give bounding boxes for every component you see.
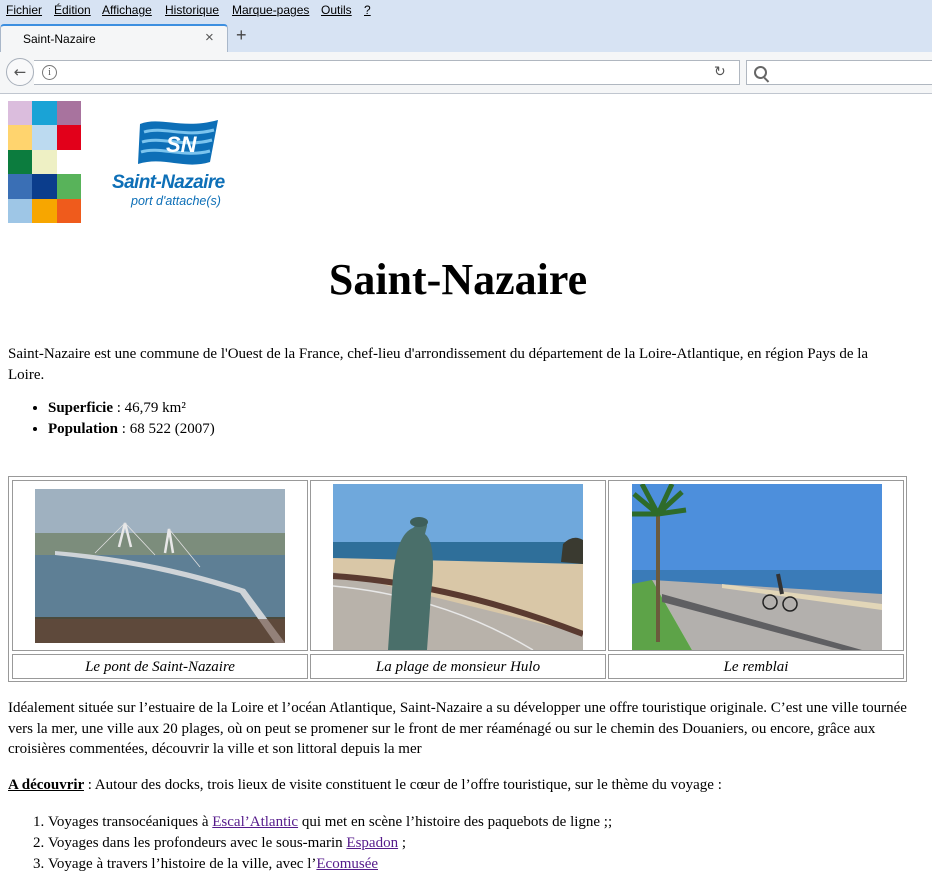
- search-icon: [754, 66, 767, 79]
- info-icon[interactable]: i: [42, 65, 57, 80]
- discover-paragraph: A découvrir : Autour des docks, trois li…: [8, 775, 722, 796]
- visit-text: qui met en scène l’histoire des paquebot…: [298, 814, 613, 830]
- menu-affichage[interactable]: Affichage: [102, 3, 152, 17]
- photo-cell: [12, 480, 308, 651]
- mosaic-tile: [8, 101, 33, 126]
- arrow-left-icon: ←: [13, 63, 27, 81]
- flag-logo-icon: SN: [138, 120, 218, 165]
- mosaic-tile: [56, 174, 81, 199]
- escal-atlantic-link[interactable]: Escal’Atlantic: [212, 814, 298, 830]
- fact-value: : 68 522 (2007): [118, 421, 215, 437]
- navigation-bar: i ↻ ←: [0, 52, 932, 94]
- close-icon[interactable]: ×: [205, 29, 214, 46]
- mosaic-tile: [32, 149, 57, 175]
- mosaic-tile: [8, 174, 33, 199]
- promenade-photo: [632, 484, 882, 650]
- photo-caption: La plage de monsieur Hulo: [310, 654, 606, 679]
- visit-text: Voyages transocéaniques à: [48, 814, 213, 830]
- menu-help[interactable]: ?: [364, 3, 371, 17]
- logo-tagline: port d'attache(s): [131, 194, 221, 208]
- beach-photo: [333, 484, 583, 650]
- url-bar[interactable]: i ↻: [34, 60, 740, 85]
- reload-icon[interactable]: ↻: [714, 64, 726, 80]
- city-mosaic-logo: [8, 101, 81, 223]
- list-item: Superficie : 46,79 km²: [48, 398, 215, 419]
- visit-text: Voyages dans les profondeurs avec le sou…: [48, 835, 347, 851]
- tab-saint-nazaire[interactable]: Saint-Nazaire ×: [0, 24, 228, 52]
- fact-label: Superficie: [48, 400, 113, 416]
- list-item: Voyage à travers l’histoire de la ville,…: [48, 854, 612, 875]
- mosaic-tile: [56, 101, 81, 126]
- mosaic-tile: [32, 174, 57, 199]
- discover-text: : Autour des docks, trois lieux de visit…: [87, 777, 722, 793]
- intro-paragraph: Saint-Nazaire est une commune de l'Ouest…: [8, 346, 869, 383]
- page-title: Saint-Nazaire: [328, 255, 588, 304]
- description-paragraph: Idéalement située sur l’estuaire de la L…: [8, 700, 907, 757]
- menu-outils[interactable]: Outils: [321, 3, 352, 17]
- browser-chrome: Fichier Édition Affichage Historique Mar…: [0, 0, 932, 94]
- mosaic-tile: [32, 101, 57, 126]
- page-content: SN Saint-Nazaire port d'attache(s) Saint…: [0, 94, 932, 886]
- menu-fichier[interactable]: Fichier: [6, 3, 42, 17]
- visits-list: Voyages transocéaniques à Escal’Atlantic…: [8, 812, 612, 875]
- visit-text: ;: [398, 835, 406, 851]
- mosaic-tile: [56, 149, 81, 175]
- mosaic-tile: [8, 198, 33, 223]
- photo-caption: Le pont de Saint-Nazaire: [12, 654, 308, 679]
- menu-bar: Fichier Édition Affichage Historique Mar…: [0, 0, 932, 20]
- espadon-link[interactable]: Espadon: [346, 835, 398, 851]
- bridge-photo: [35, 489, 285, 643]
- back-button[interactable]: ←: [6, 58, 34, 86]
- tab-strip: Saint-Nazaire × +: [0, 20, 932, 52]
- menu-edition[interactable]: Édition: [54, 3, 91, 17]
- visit-text: Voyage à travers l’histoire de la ville,…: [48, 856, 317, 872]
- logo-name: Saint-Nazaire: [112, 172, 225, 193]
- mosaic-tile: [32, 125, 57, 150]
- new-tab-button[interactable]: +: [236, 25, 247, 46]
- photo-cell: [310, 480, 606, 651]
- mosaic-tile: [8, 149, 33, 175]
- list-item: Voyages transocéaniques à Escal’Atlantic…: [48, 812, 612, 833]
- photo-table: Le pont de Saint-Nazaire La plage de mon…: [8, 476, 907, 682]
- list-item: Population : 68 522 (2007): [48, 419, 215, 440]
- fact-label: Population: [48, 421, 119, 437]
- tab-title: Saint-Nazaire: [23, 32, 96, 46]
- photo-cell: [608, 480, 904, 651]
- discover-label: A découvrir: [8, 777, 84, 793]
- search-input[interactable]: [746, 60, 932, 85]
- mosaic-tile: [56, 198, 81, 223]
- mosaic-tile: [32, 198, 57, 223]
- photo-caption: Le remblai: [608, 654, 904, 679]
- fact-value: : 46,79 km²: [113, 400, 186, 416]
- menu-marque-pages[interactable]: Marque-pages: [232, 3, 309, 17]
- flag-text: SN: [166, 132, 198, 157]
- mosaic-tile: [8, 125, 33, 150]
- facts-list: Superficie : 46,79 km² Population : 68 5…: [8, 398, 215, 440]
- saint-nazaire-logo: SN Saint-Nazaire port d'attache(s): [112, 114, 248, 214]
- mosaic-tile: [56, 125, 81, 150]
- ecomusee-link[interactable]: Ecomusée: [316, 856, 378, 872]
- list-item: Voyages dans les profondeurs avec le sou…: [48, 833, 612, 854]
- menu-historique[interactable]: Historique: [165, 3, 219, 17]
